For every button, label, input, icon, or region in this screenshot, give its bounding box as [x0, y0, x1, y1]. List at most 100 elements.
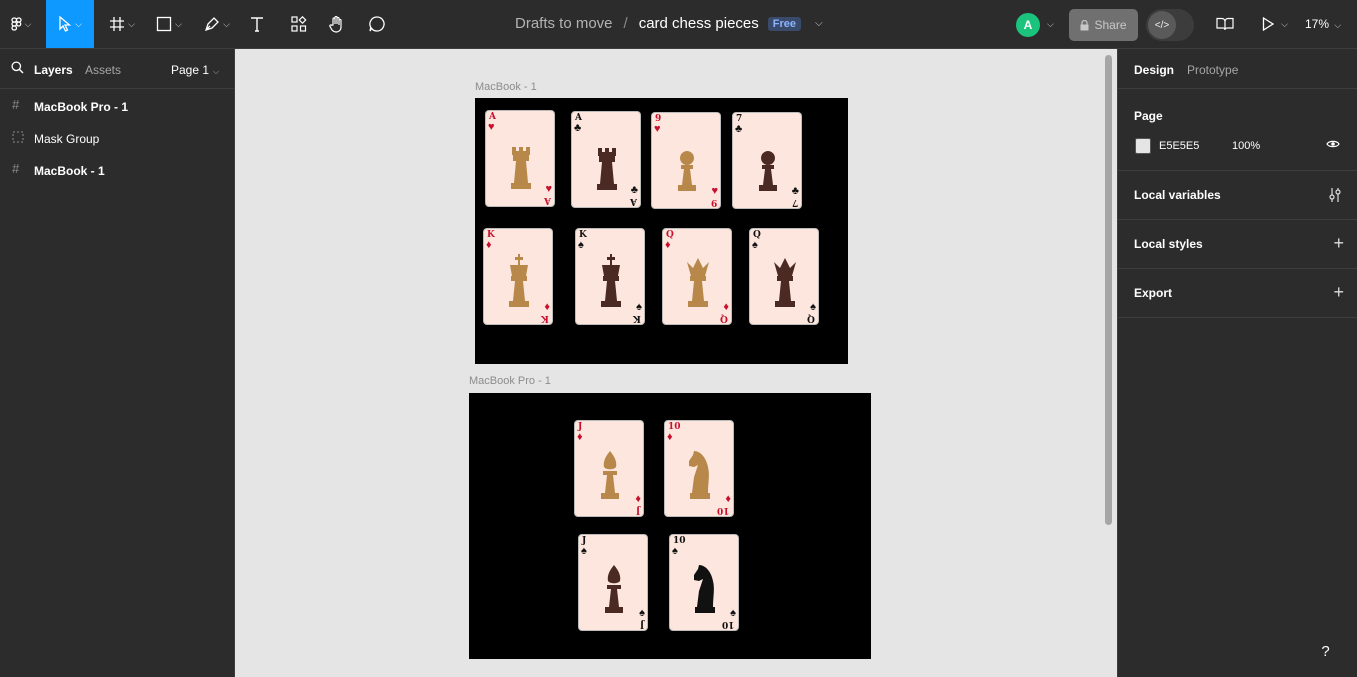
page-color-hex[interactable]: E5E5E5 — [1159, 140, 1199, 152]
playing-card[interactable]: 7 ♣ ♣ 7 — [732, 112, 802, 209]
layer-item[interactable]: # MacBook - 1 — [0, 154, 235, 186]
left-panel-tabs: Layers Assets Page 1 ⌵ — [0, 49, 234, 89]
canvas-scrollbar[interactable] — [1105, 55, 1112, 525]
move-tool-button[interactable]: ⌵ — [46, 0, 94, 48]
local-styles-section[interactable]: Local styles + — [1118, 220, 1357, 269]
card-suit-bottom: ♥ — [545, 183, 552, 195]
comment-tool-button[interactable] — [366, 0, 388, 48]
resources-button[interactable] — [288, 0, 310, 48]
card-suit-bottom: ♠ — [730, 607, 736, 619]
search-icon[interactable] — [11, 61, 24, 74]
file-menu-chevron-icon[interactable]: ⌵ — [815, 18, 823, 29]
mask-group-icon — [12, 131, 24, 143]
frame-macbook-1[interactable]: A ♥ ♥ A A ♣ ♣ A 9 ♥ ♥ 9 7 ♣ ♣ 7 K ♦ ♦ K K ♠ ♠ K Q ♦ ♦ Q Q ♠ ♠ Q — [475, 98, 848, 364]
eye-icon[interactable] — [1326, 139, 1340, 149]
frame-label[interactable]: MacBook - 1 — [475, 81, 537, 93]
play-icon — [1262, 17, 1275, 31]
page-opacity[interactable]: 100% — [1232, 140, 1260, 152]
card-suit: ♠ — [578, 239, 584, 251]
zoom-level: 17% — [1305, 17, 1330, 31]
knight-icon — [694, 565, 715, 613]
pen-tool-button[interactable]: ⌵ — [199, 0, 235, 48]
library-button[interactable] — [1214, 0, 1236, 48]
tab-prototype[interactable]: Prototype — [1187, 63, 1238, 77]
card-rank-bottom: 10 — [722, 619, 735, 629]
card-suit: ♠ — [672, 545, 678, 557]
playing-card[interactable]: J ♠ ♠ J — [578, 534, 648, 631]
frame-tool-button[interactable]: ⌵ — [104, 0, 140, 48]
help-button[interactable]: ? — [1310, 636, 1341, 667]
layer-item[interactable]: Mask Group — [0, 122, 235, 154]
share-button[interactable]: Share — [1069, 9, 1138, 41]
card-suit-bottom: ♦ — [723, 301, 729, 313]
project-name[interactable]: Drafts to move — [515, 15, 613, 32]
chevron-down-icon[interactable]: ⌵ — [1047, 19, 1054, 30]
add-style-plus-icon[interactable]: + — [1333, 234, 1344, 252]
card-suit: ♦ — [665, 239, 671, 251]
tab-assets[interactable]: Assets — [85, 63, 121, 77]
canvas[interactable]: MacBook - 1 A ♥ ♥ A A ♣ ♣ A 9 ♥ ♥ 9 7 ♣ ♣ 7 K ♦ ♦ K K ♠ ♠ K Q ♦ ♦ Q… — [235, 49, 1117, 677]
playing-card[interactable]: K ♦ ♦ K — [483, 228, 553, 325]
bishop-icon — [601, 451, 619, 499]
page-heading: Page — [1134, 109, 1163, 123]
chevron-down-icon: ⌵ — [223, 18, 230, 29]
frame-label[interactable]: MacBook Pro - 1 — [469, 375, 551, 387]
text-icon — [251, 17, 263, 32]
text-tool-button[interactable] — [246, 0, 268, 48]
layer-item[interactable]: # MacBook Pro - 1 — [0, 90, 235, 122]
add-export-plus-icon[interactable]: + — [1333, 283, 1344, 301]
playing-card[interactable]: A ♥ ♥ A — [485, 110, 555, 207]
bishop-icon — [605, 565, 623, 613]
playing-card[interactable]: K ♠ ♠ K — [575, 228, 645, 325]
chevron-down-icon: ⌵ — [213, 67, 220, 76]
page-color-swatch[interactable] — [1135, 138, 1151, 154]
card-suit: ♠ — [752, 239, 758, 251]
main-menu-button[interactable]: ⌵ — [4, 0, 38, 48]
playing-card[interactable]: 9 ♥ ♥ 9 — [651, 112, 721, 209]
avatar[interactable]: A — [1016, 13, 1040, 37]
layers-panel: Layers Assets Page 1 ⌵ # MacBook Pro - 1 … — [0, 49, 235, 677]
king-icon — [601, 254, 621, 307]
playing-card[interactable]: Q ♦ ♦ Q — [662, 228, 732, 325]
dev-mode-toggle[interactable]: </> — [1146, 9, 1194, 41]
design-panel: Design Prototype Page E5E5E5 100% Local … — [1117, 49, 1357, 677]
export-section[interactable]: Export + — [1118, 269, 1357, 318]
chevron-down-icon: ⌵ — [1281, 18, 1288, 29]
code-icon: </> — [1148, 11, 1176, 39]
page-selector[interactable]: Page 1 ⌵ — [171, 63, 219, 77]
variables-icon[interactable] — [1329, 187, 1341, 203]
file-name[interactable]: card chess pieces — [639, 15, 759, 32]
playing-card[interactable]: A ♣ ♣ A — [571, 111, 641, 208]
card-suit: ♦ — [667, 431, 673, 443]
local-variables-section[interactable]: Local variables — [1118, 171, 1357, 220]
playing-card[interactable]: J ♦ ♦ J — [574, 420, 644, 517]
chevron-down-icon: ⌵ — [1334, 20, 1342, 30]
frame-icon: # — [12, 161, 20, 176]
frame-macbook-pro-1[interactable]: J ♦ ♦ J 10 ♦ ♦ 10 J ♠ ♠ J 10 ♠ ♠ 10 — [469, 393, 871, 659]
playing-card[interactable]: 10 ♠ ♠ 10 — [669, 534, 739, 631]
tab-design[interactable]: Design — [1134, 63, 1174, 77]
page-selector-label: Page 1 — [171, 63, 210, 77]
present-button[interactable]: ⌵ — [1258, 0, 1292, 48]
hand-tool-button[interactable] — [326, 0, 348, 48]
card-suit: ♥ — [654, 123, 661, 135]
chevron-down-icon: ⌵ — [75, 18, 82, 29]
cursor-icon — [59, 16, 72, 32]
zoom-control[interactable]: 17% ⌵ — [1305, 17, 1341, 31]
card-suit: ♦ — [486, 239, 492, 251]
hand-icon — [329, 15, 342, 33]
export-label: Export — [1134, 286, 1173, 300]
rectangle-icon — [156, 16, 172, 32]
playing-card[interactable]: 10 ♦ ♦ 10 — [664, 420, 734, 517]
lock-icon — [1080, 19, 1089, 30]
plan-badge: Free — [767, 16, 802, 31]
playing-card[interactable]: Q ♠ ♠ Q — [749, 228, 819, 325]
card-suit: ♣ — [574, 122, 582, 134]
tab-layers[interactable]: Layers — [34, 63, 73, 77]
card-rank-bottom: J — [635, 505, 640, 515]
rook-icon — [597, 148, 617, 190]
pen-icon — [205, 17, 219, 32]
card-rank-bottom: K — [633, 313, 641, 323]
frame-icon — [110, 17, 125, 31]
shape-tool-button[interactable]: ⌵ — [151, 0, 187, 48]
